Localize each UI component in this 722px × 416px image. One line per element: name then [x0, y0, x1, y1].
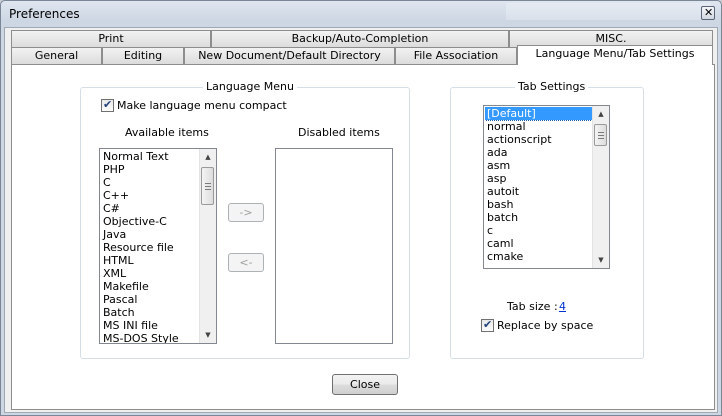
- list-item[interactable]: cmake: [485, 250, 592, 263]
- list-item[interactable]: MS INI file: [101, 319, 199, 332]
- language-tab-entries: [Default] normal actionscript ada asm asp auto…: [485, 107, 592, 268]
- dialog-client-area: Print Backup/Auto-Completion MISC. Gener…: [4, 27, 718, 413]
- list-item[interactable]: C#: [101, 202, 199, 215]
- tab-size-value-link[interactable]: 4: [559, 300, 566, 313]
- preferences-window: Preferences ✕ Print Backup/Auto-Completi…: [0, 0, 722, 416]
- tab-print[interactable]: Print: [11, 30, 211, 47]
- scroll-down-icon[interactable]: ▼: [593, 252, 609, 268]
- list-item[interactable]: c: [485, 224, 592, 237]
- check-icon: ✔: [103, 98, 113, 111]
- move-to-disabled-button[interactable]: ->: [228, 203, 264, 222]
- available-items-scrollbar[interactable]: ▲ ▼: [199, 149, 216, 343]
- list-item[interactable]: Batch: [101, 306, 199, 319]
- scroll-up-icon[interactable]: ▲: [593, 106, 609, 122]
- list-item[interactable]: asp: [485, 172, 592, 185]
- tab-editing[interactable]: Editing: [102, 47, 184, 64]
- list-item[interactable]: asm: [485, 159, 592, 172]
- tab-settings-group: Tab Settings [Default] normal actionscript…: [450, 80, 644, 359]
- tab-new-document-default-directory[interactable]: New Document/Default Directory: [184, 47, 395, 64]
- move-to-available-button[interactable]: <-: [228, 253, 264, 272]
- available-items-entries: Normal Text PHP C C++ C# Objective-C Java Resou…: [101, 150, 199, 343]
- list-item[interactable]: batch: [485, 211, 592, 224]
- list-item[interactable]: autoit: [485, 185, 592, 198]
- language-menu-group: Language Menu ✔ Make language menu compa…: [80, 80, 410, 359]
- list-item[interactable]: normal: [485, 120, 592, 133]
- title-bar[interactable]: Preferences ✕: [1, 1, 721, 27]
- list-item[interactable]: bash: [485, 198, 592, 211]
- available-items-header: Available items: [125, 126, 209, 139]
- list-item[interactable]: C++: [101, 189, 199, 202]
- list-item[interactable]: Resource file: [101, 241, 199, 254]
- window-close-button[interactable]: ✕: [701, 6, 715, 20]
- compact-menu-label[interactable]: Make language menu compact: [117, 99, 287, 112]
- disabled-items-header: Disabled items: [298, 126, 380, 139]
- list-item[interactable]: actionscript: [485, 133, 592, 146]
- replace-by-space-checkbox[interactable]: ✔: [481, 318, 494, 332]
- list-item[interactable]: caml: [485, 237, 592, 250]
- tab-file-association[interactable]: File Association: [395, 47, 517, 64]
- language-tab-list[interactable]: [Default] normal actionscript ada asm asp auto…: [483, 105, 610, 269]
- list-item[interactable]: Makefile: [101, 280, 199, 293]
- scroll-up-icon[interactable]: ▲: [200, 149, 216, 165]
- list-item[interactable]: PHP: [101, 163, 199, 176]
- tab-general[interactable]: General: [11, 47, 102, 64]
- list-item[interactable]: HTML: [101, 254, 199, 267]
- compact-menu-checkbox[interactable]: ✔: [101, 98, 114, 112]
- tab-page: Language Menu ✔ Make language menu compa…: [11, 64, 715, 410]
- language-menu-group-title: Language Menu: [203, 80, 297, 93]
- language-tab-scrollbar[interactable]: ▲ ▼: [592, 106, 609, 268]
- available-items-list[interactable]: Normal Text PHP C C++ C# Objective-C Java Resou…: [99, 148, 217, 344]
- tab-backup-auto-completion[interactable]: Backup/Auto-Completion: [211, 30, 509, 47]
- scroll-down-icon[interactable]: ▼: [200, 327, 216, 343]
- list-item[interactable]: Java: [101, 228, 199, 241]
- close-button[interactable]: Close: [332, 374, 398, 395]
- list-item[interactable]: Objective-C: [101, 215, 199, 228]
- tab-size-label: Tab size :: [507, 300, 558, 313]
- list-item[interactable]: Pascal: [101, 293, 199, 306]
- scroll-thumb[interactable]: [201, 167, 214, 205]
- tab-settings-group-title: Tab Settings: [515, 80, 589, 93]
- window-title: Preferences: [9, 7, 80, 21]
- close-icon: ✕: [704, 6, 714, 19]
- list-item[interactable]: C: [101, 176, 199, 189]
- tab-language-menu-tab-settings[interactable]: Language Menu/Tab Settings: [517, 45, 713, 65]
- disabled-items-list[interactable]: [275, 148, 393, 344]
- replace-by-space-label[interactable]: Replace by space: [497, 319, 593, 332]
- list-item[interactable]: MS-DOS Style: [101, 332, 199, 343]
- scroll-thumb[interactable]: [594, 124, 607, 146]
- list-item[interactable]: [Default]: [485, 107, 592, 121]
- list-item[interactable]: Normal Text: [101, 150, 199, 163]
- disabled-items-entries: [277, 150, 392, 343]
- list-item[interactable]: XML: [101, 267, 199, 280]
- list-item[interactable]: ada: [485, 146, 592, 159]
- check-icon: ✔: [483, 318, 493, 331]
